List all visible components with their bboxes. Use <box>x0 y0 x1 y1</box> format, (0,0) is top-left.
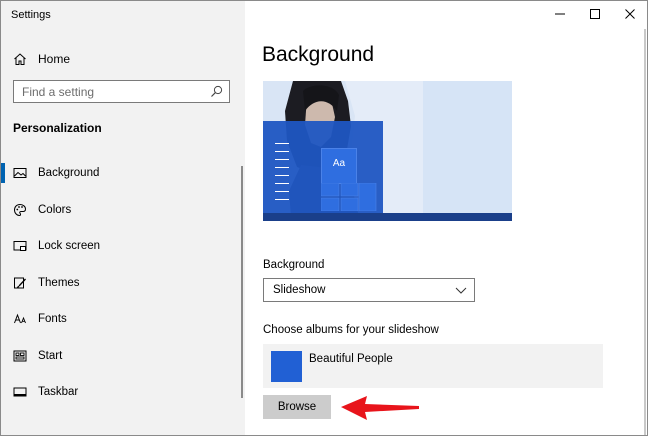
sidebar-item-lock-screen[interactable]: Lock screen <box>1 228 237 265</box>
sidebar-item-colors[interactable]: Colors <box>1 192 237 229</box>
sidebar-item-label: Fonts <box>38 313 67 326</box>
album-thumbnail <box>271 351 302 382</box>
main-scrollbar[interactable] <box>643 29 647 435</box>
active-indicator <box>1 163 5 183</box>
window-controls <box>542 1 647 27</box>
preview-sample-tile: Aa <box>321 148 357 184</box>
sidebar-nav: Background Colors Lock screen Themes Fon… <box>1 155 237 411</box>
window-title: Settings <box>11 9 51 21</box>
picture-icon <box>13 168 27 179</box>
home-icon <box>14 53 26 65</box>
sidebar-item-start[interactable]: Start <box>1 338 237 375</box>
album-name: Beautiful People <box>309 353 393 365</box>
search-input[interactable] <box>14 81 212 102</box>
home-label: Home <box>38 52 71 66</box>
background-dropdown[interactable]: Slideshow <box>263 278 475 302</box>
maximize-button[interactable] <box>577 1 612 27</box>
section-title: Personalization <box>13 121 102 135</box>
preview-taskbar <box>263 213 512 221</box>
albums-label: Choose albums for your slideshow <box>263 324 439 336</box>
preview-sample-text: Aa <box>332 158 346 169</box>
sidebar-scrollbar[interactable] <box>241 166 243 398</box>
sidebar-item-label: Start <box>38 349 63 362</box>
brush-icon <box>14 277 26 289</box>
minimize-button[interactable] <box>542 1 577 27</box>
background-label: Background <box>263 259 325 271</box>
red-arrow-annotation <box>341 396 419 420</box>
album-item[interactable]: Beautiful People <box>263 344 603 388</box>
close-button[interactable] <box>612 1 647 27</box>
sidebar-item-label: Colors <box>38 203 72 216</box>
background-dropdown-value: Slideshow <box>273 284 326 296</box>
background-preview: Aa <box>263 81 512 221</box>
taskbar-icon <box>13 387 27 397</box>
minimize-icon <box>554 13 565 15</box>
sidebar-item-background[interactable]: Background <box>1 155 237 192</box>
home-link[interactable]: Home <box>13 49 70 69</box>
search-box[interactable] <box>13 80 230 103</box>
settings-window: Settings Home Personalization <box>0 0 648 436</box>
sidebar-item-label: Background <box>38 167 100 180</box>
sidebar-item-fonts[interactable]: Fonts <box>1 301 237 338</box>
sidebar-item-label: Themes <box>38 276 80 289</box>
sidebar-item-themes[interactable]: Themes <box>1 265 237 302</box>
palette-icon <box>13 203 27 216</box>
chevron-down-icon <box>455 287 467 294</box>
search-icon[interactable] <box>210 85 223 98</box>
lock-screen-icon <box>13 241 27 252</box>
sidebar: Settings Home Personalization <box>1 1 245 435</box>
sidebar-item-label: Taskbar <box>38 386 79 399</box>
preview-small-tiles <box>321 183 377 211</box>
maximize-icon <box>589 9 600 19</box>
browse-button[interactable]: Browse <box>263 395 331 419</box>
sidebar-item-taskbar[interactable]: Taskbar <box>1 374 237 411</box>
start-icon <box>13 350 27 362</box>
close-icon <box>624 9 635 19</box>
sidebar-item-label: Lock screen <box>38 240 101 253</box>
page-title: Background <box>262 43 375 66</box>
font-icon <box>14 313 26 324</box>
